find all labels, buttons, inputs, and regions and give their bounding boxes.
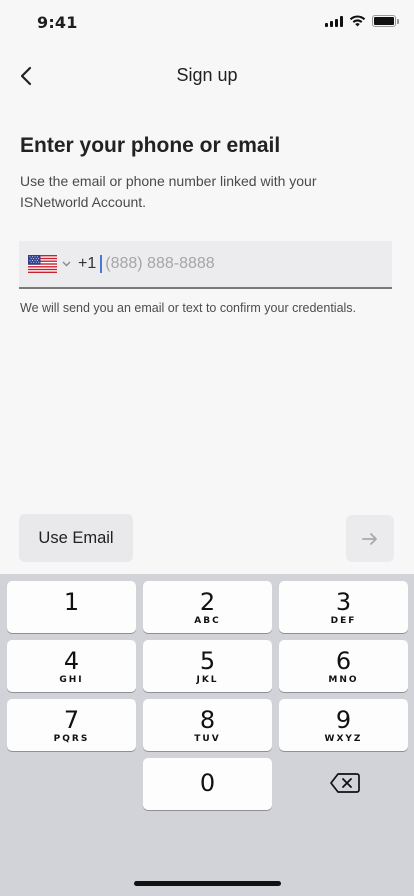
key-digit: 8 [199,706,216,734]
key-digit: 4 [63,647,80,675]
next-button[interactable] [346,515,394,562]
home-indicator [134,881,281,886]
key-digit: 0 [199,769,216,797]
us-flag-icon [28,255,57,273]
arrow-right-icon [362,532,377,545]
key-digit: 7 [63,706,80,734]
key-letters: PQRS [53,734,90,744]
key-letters: JKL [196,675,219,685]
key-digit: 1 [63,588,80,616]
key-2[interactable]: 2 ABC [143,581,272,633]
delete-key[interactable] [329,772,361,794]
key-letters: DEF [330,616,357,626]
dial-code: +1 [78,255,97,272]
key-9[interactable]: 9 WXYZ [279,699,408,751]
key-digit: 5 [199,647,216,675]
country-code-selector[interactable] [28,255,71,273]
key-letters: WXYZ [324,734,363,744]
key-3[interactable]: 3 DEF [279,581,408,633]
phone-field[interactable]: +1 [19,241,392,289]
battery-icon [372,15,399,27]
key-letters: MNO [328,675,359,685]
key-letters: ABC [194,616,221,626]
status-icons [325,15,399,27]
text-cursor [100,255,103,273]
nav-bar: Sign up [0,56,414,96]
key-digit: 3 [335,588,352,616]
key-8[interactable]: 8 TUV [143,699,272,751]
numeric-keypad: 1 2 ABC 3 DEF 4 GHI 5 JKL 6 MNO 7 PQRS 8… [0,574,414,896]
subtext: Use the email or phone number linked wit… [20,173,317,210]
key-4[interactable]: 4 GHI [7,640,136,692]
backspace-icon [330,773,360,793]
use-email-button[interactable]: Use Email [19,514,133,562]
helper-text: We will send you an email or text to con… [20,301,357,315]
phone-input[interactable] [105,249,326,279]
heading: Enter your phone or email [20,134,281,157]
key-letters: GHI [59,675,84,685]
cellular-signal-icon [325,15,343,27]
key-5[interactable]: 5 JKL [143,640,272,692]
key-7[interactable]: 7 PQRS [7,699,136,751]
chevron-down-icon [62,261,71,267]
key-digit: 2 [199,588,216,616]
key-digit: 6 [335,647,352,675]
key-letters: TUV [194,734,221,744]
status-time: 9:41 [37,13,78,32]
status-bar: 9:41 [0,0,414,46]
page-title: Sign up [176,65,238,85]
key-6[interactable]: 6 MNO [279,640,408,692]
key-digit: 9 [335,706,352,734]
wifi-icon [349,15,366,27]
key-0[interactable]: 0 [143,758,272,810]
key-1[interactable]: 1 [7,581,136,633]
